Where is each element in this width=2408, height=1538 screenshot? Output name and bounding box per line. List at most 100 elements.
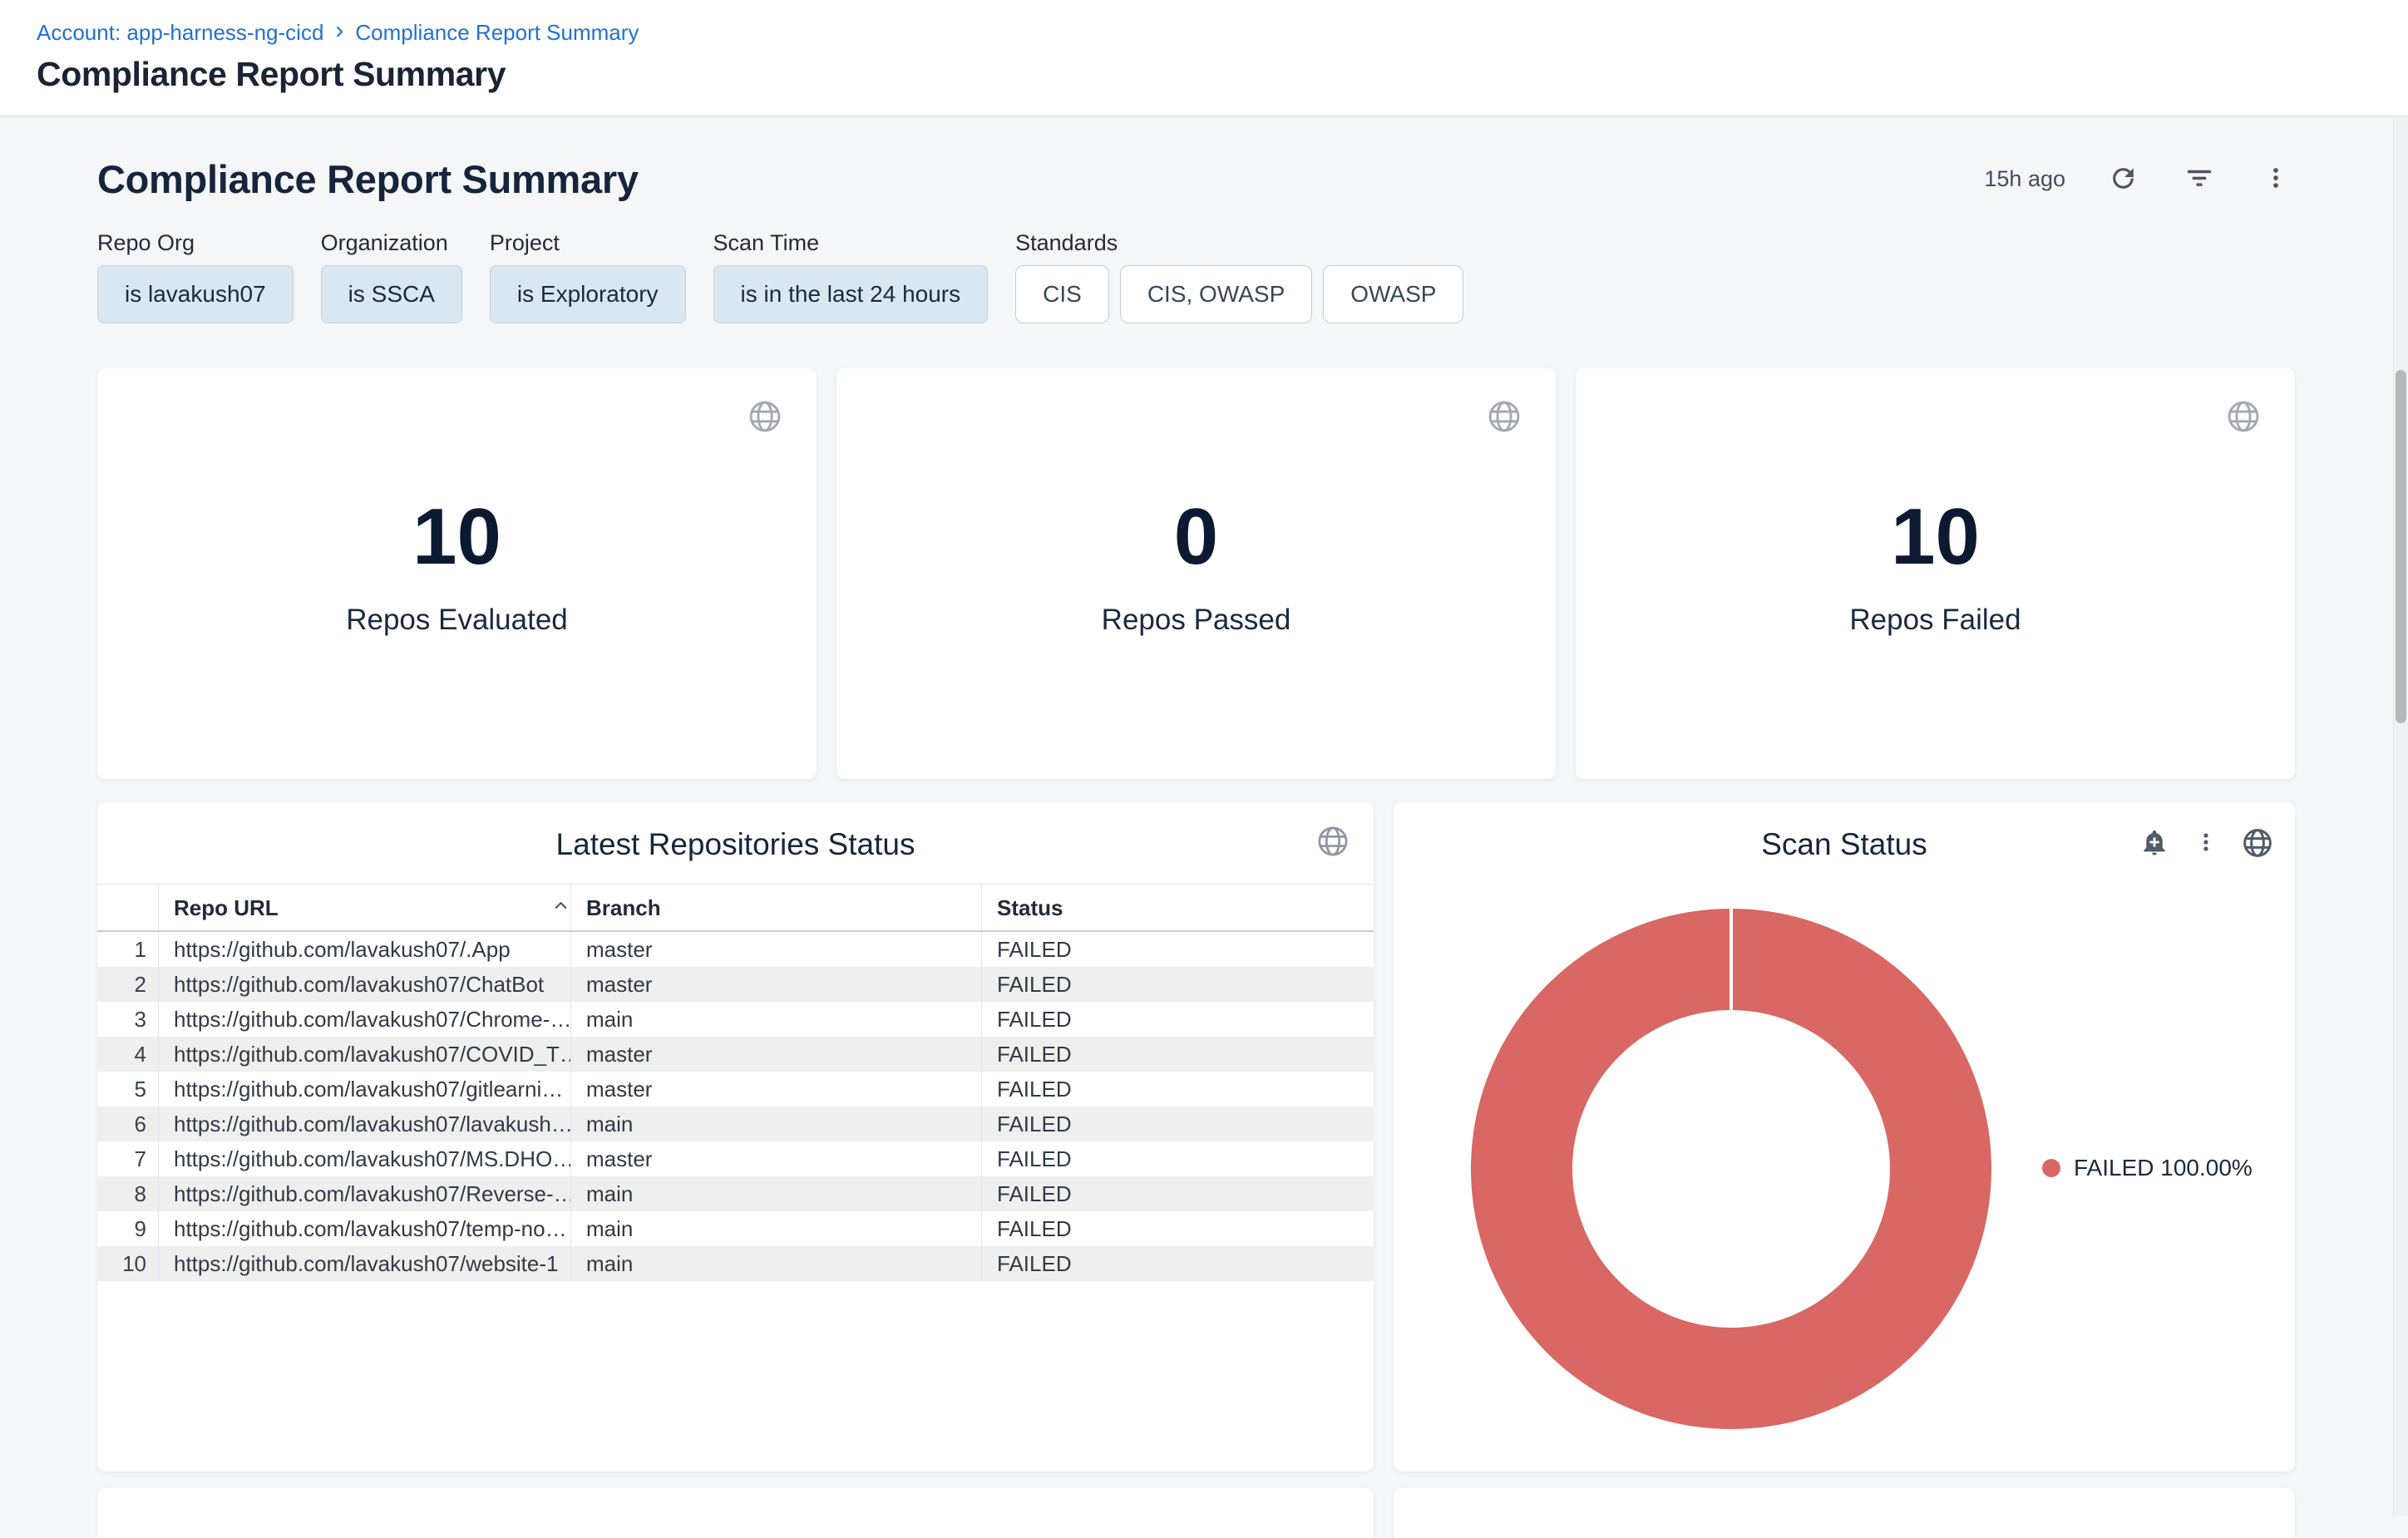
status-cell[interactable]: FAILED (981, 932, 1374, 967)
partial-card-left (97, 1488, 1374, 1538)
stat-card: 10 Repos Evaluated (97, 368, 817, 779)
kebab-menu-icon (2262, 164, 2290, 195)
scan-status-card: Scan Status (1394, 802, 2295, 1471)
kebab-menu-button[interactable] (2257, 160, 2295, 199)
breadcrumb-current-link[interactable]: Compliance Report Summary (355, 20, 639, 46)
repo-table-title: Latest Repositories Status (97, 802, 1374, 862)
status-cell[interactable]: FAILED (981, 1246, 1374, 1281)
add-alert-button[interactable] (2137, 826, 2172, 860)
globe-icon[interactable] (2240, 826, 2275, 860)
repo-url-cell[interactable]: https://github.com/lavakush07/lavakush… (158, 1107, 570, 1141)
table-row: 4 https://github.com/lavakush07/COVID_T…… (97, 1037, 1374, 1072)
last-refresh-label: 15h ago (1984, 166, 2065, 192)
repo-url-cell[interactable]: https://github.com/lavakush07/gitlearni… (158, 1072, 570, 1107)
filters-row: Repo Org is lavakush07 Organization is S… (97, 230, 2295, 323)
filter-group: Repo Org is lavakush07 (97, 230, 294, 323)
standards-label: Standards (1015, 230, 1463, 256)
column-header-status[interactable]: Status (981, 885, 1374, 930)
table-row: 9 https://github.com/lavakush07/temp-no…… (97, 1211, 1374, 1246)
repo-url-cell[interactable]: https://github.com/lavakush07/.App (158, 932, 570, 967)
filter-chip[interactable]: is Exploratory (490, 265, 686, 323)
branch-cell[interactable]: master (570, 1072, 981, 1107)
stat-label: Repos Passed (1102, 604, 1291, 637)
status-cell[interactable]: FAILED (981, 967, 1374, 1002)
branch-cell[interactable]: master (570, 967, 981, 1002)
standards-chip[interactable]: OWASP (1323, 265, 1463, 323)
globe-icon[interactable] (1315, 824, 1350, 863)
standards-chips: CIS CIS, OWASP OWASP (1015, 265, 1463, 323)
branch-cell[interactable]: main (570, 1107, 981, 1141)
globe-icon[interactable] (747, 398, 783, 439)
legend-item[interactable]: FAILED 100.00% (2042, 1155, 2253, 1181)
dashboard-actions: 15h ago (1984, 160, 2295, 199)
row-number: 2 (97, 967, 158, 1002)
breadcrumb-account-link[interactable]: Account: app-harness-ng-cicd (37, 20, 323, 46)
filter-chip[interactable]: is SSCA (321, 265, 462, 323)
standards-chip[interactable]: CIS (1015, 265, 1109, 323)
branch-cell[interactable]: master (570, 1037, 981, 1072)
filter-button[interactable] (2180, 160, 2218, 199)
dashboard-title: Compliance Report Summary (97, 156, 639, 202)
table-row: 2 https://github.com/lavakush07/ChatBot … (97, 967, 1374, 1002)
globe-icon[interactable] (2225, 398, 2262, 439)
filter-group: Scan Time is in the last 24 hours (713, 230, 989, 323)
branch-cell[interactable]: main (570, 1211, 981, 1246)
partial-card-right (1394, 1488, 2295, 1538)
filter-label: Repo Org (97, 230, 294, 256)
stat-label: Repos Evaluated (346, 604, 568, 637)
filter-group: Project is Exploratory (490, 230, 686, 323)
table-body: 1 https://github.com/lavakush07/.App mas… (97, 932, 1374, 1281)
standards-chip[interactable]: CIS, OWASP (1120, 265, 1312, 323)
stat-card: 0 Repos Passed (836, 368, 1556, 779)
column-header-index (97, 885, 158, 930)
page-title: Compliance Report Summary (37, 55, 2408, 94)
repo-url-cell[interactable]: https://github.com/lavakush07/ChatBot (158, 967, 570, 1002)
branch-cell[interactable]: main (570, 1246, 981, 1281)
repo-url-cell[interactable]: https://github.com/lavakush07/website-1 (158, 1246, 570, 1281)
status-cell[interactable]: FAILED (981, 1176, 1374, 1211)
stat-value: 10 (412, 497, 501, 577)
repo-url-cell[interactable]: https://github.com/lavakush07/Reverse-… (158, 1176, 570, 1211)
page-scrollbar-thumb[interactable] (2396, 370, 2406, 723)
table-header-row: Repo URL Branch Status (97, 884, 1374, 932)
status-cell[interactable]: FAILED (981, 1107, 1374, 1141)
column-header-repo-url[interactable]: Repo URL (158, 885, 570, 930)
repo-url-cell[interactable]: https://github.com/lavakush07/temp-no… (158, 1211, 570, 1246)
legend-dot (2042, 1159, 2060, 1177)
status-cell[interactable]: FAILED (981, 1037, 1374, 1072)
stat-value: 0 (1174, 497, 1218, 577)
filter-label: Organization (321, 230, 462, 256)
filter-chip[interactable]: is in the last 24 hours (713, 265, 989, 323)
table-row: 6 https://github.com/lavakush07/lavakush… (97, 1107, 1374, 1141)
row-number: 7 (97, 1141, 158, 1176)
globe-icon[interactable] (1486, 398, 1522, 439)
repo-url-cell[interactable]: https://github.com/lavakush07/MS.DHO… (158, 1141, 570, 1176)
tile-kebab-menu-button[interactable] (2188, 826, 2223, 860)
table-row: 7 https://github.com/lavakush07/MS.DHO… … (97, 1141, 1374, 1176)
stat-label: Repos Failed (1849, 604, 2021, 637)
bottom-row: Latest Repositories Status Repo URL Bran… (97, 802, 2295, 1471)
kebab-menu-icon (2193, 830, 2218, 857)
repo-url-cell[interactable]: https://github.com/lavakush07/Chrome-… (158, 1002, 570, 1037)
refresh-button[interactable] (2104, 160, 2142, 199)
branch-cell[interactable]: main (570, 1002, 981, 1037)
status-cell[interactable]: FAILED (981, 1072, 1374, 1107)
column-header-branch[interactable]: Branch (570, 885, 981, 930)
table-row: 5 https://github.com/lavakush07/gitlearn… (97, 1072, 1374, 1107)
table-row: 8 https://github.com/lavakush07/Reverse-… (97, 1176, 1374, 1211)
table-row: 1 https://github.com/lavakush07/.App mas… (97, 932, 1374, 967)
status-cell[interactable]: FAILED (981, 1002, 1374, 1037)
standards-group: Standards CIS CIS, OWASP OWASP (1015, 230, 1463, 323)
branch-cell[interactable]: master (570, 1141, 981, 1176)
breadcrumb: Account: app-harness-ng-cicd › Complianc… (37, 18, 2408, 47)
filter-chip[interactable]: is lavakush07 (97, 265, 294, 323)
row-number: 10 (97, 1246, 158, 1281)
status-cell[interactable]: FAILED (981, 1141, 1374, 1176)
stat-value: 10 (1891, 497, 1980, 577)
branch-cell[interactable]: main (570, 1176, 981, 1211)
donut-slice-failed[interactable] (1522, 959, 1941, 1378)
repo-url-cell[interactable]: https://github.com/lavakush07/COVID_T… (158, 1037, 570, 1072)
branch-cell[interactable]: master (570, 932, 981, 967)
status-cell[interactable]: FAILED (981, 1211, 1374, 1246)
repo-table: Repo URL Branch Status 1 https://github.… (97, 884, 1374, 1281)
